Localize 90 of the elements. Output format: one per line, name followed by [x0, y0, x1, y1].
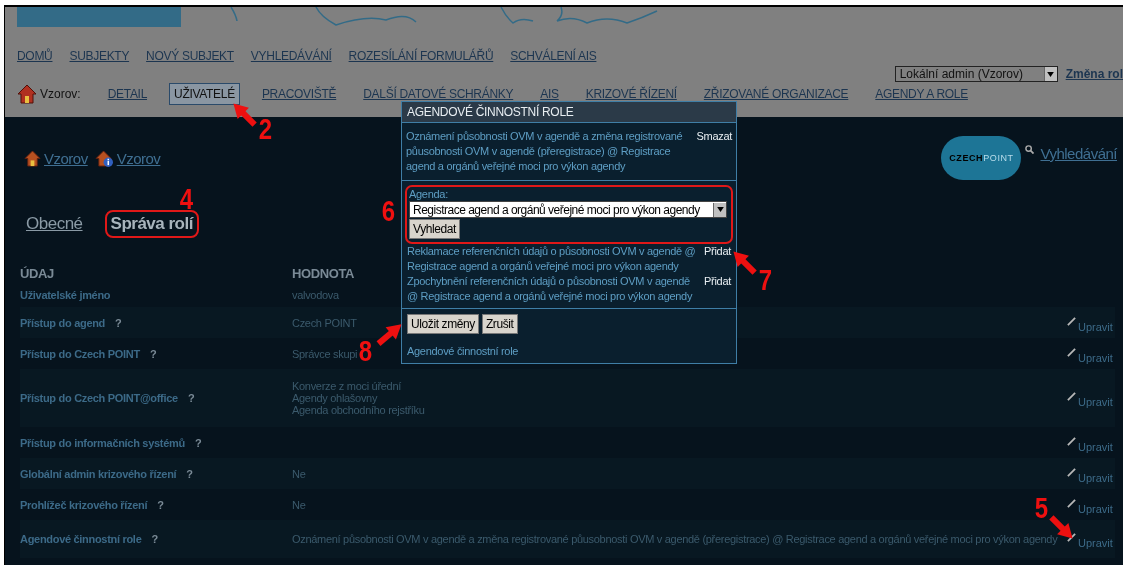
field-label: Uživatelské jméno [20, 289, 111, 301]
nav-tab[interactable]: AIS [535, 83, 564, 105]
edit-link[interactable]: Upravit [1078, 471, 1113, 484]
dialog-button[interactable]: Uložit změny [407, 314, 479, 334]
role-select[interactable]: Lokální admin (Vzorov) [894, 66, 1058, 82]
dialog-title: AGENDOVÉ ČINNOSTNÍ ROLE [402, 102, 736, 123]
field-value: Konverze z moci úřední [292, 380, 401, 392]
breadcrumb-link[interactable]: Vzorov [116, 149, 161, 167]
field-value: Czech POINT [292, 316, 357, 329]
nav-link[interactable]: DOMŮ [17, 49, 53, 63]
column-header: HODNOTA [292, 266, 354, 281]
add-link[interactable]: Přidat [704, 274, 731, 304]
pencil-icon [1067, 467, 1076, 477]
role-text: Reklamace referenčních údajů o působnosti OVM v agendě @ Registrace agend a orgánů veřejné moci pro výkon agendy [407, 244, 697, 274]
breadcrumb-link[interactable]: Vzorov [44, 149, 88, 167]
caret-icon [716, 207, 724, 212]
role-text: Oznámení působnosti OVM v agendě a změna registrované půusobnosti OVM v agendě (přeregistrace) @ Registrace agend a orgánů veřejné moci pro výkon agendy [406, 129, 684, 174]
nav-tab[interactable]: DETAIL [102, 83, 152, 105]
help-mark[interactable]: ? [115, 316, 122, 329]
nav-tab[interactable]: DALŠÍ DATOVÉ SCHRÁNKY [358, 83, 519, 105]
nav-tab[interactable]: AGENDY A ROLE [870, 83, 973, 105]
field-label: Globální admin krizového řízení [20, 467, 177, 480]
nav-tab[interactable]: ZŘIZOVANÉ ORGANIZACE [698, 83, 854, 105]
add-link[interactable]: Přidat [704, 244, 731, 274]
field-label: Přístup do Czech POINT@office [20, 392, 178, 404]
callout-number: 8 [358, 336, 372, 366]
field-label: Přístup do agend [20, 316, 106, 329]
home-icon [17, 84, 37, 104]
pencil-icon [1067, 347, 1076, 357]
callout-number: 6 [381, 196, 395, 226]
field-value: Ne [292, 498, 306, 511]
help-mark[interactable]: ? [186, 467, 193, 480]
tab[interactable]: Obecné [20, 210, 89, 238]
change-role-link[interactable]: Změna rol [1065, 67, 1123, 81]
nav-link[interactable]: ROZESÍLÁNÍ FORMULÁŘŮ [348, 49, 494, 63]
agenda-select[interactable]: Registrace agend a orgánů veřejné moci pro výkon agendy [409, 201, 727, 218]
home-info-icon [94, 149, 114, 167]
help-mark[interactable]: ? [149, 347, 157, 360]
column-header: ÚDAJ [20, 266, 55, 281]
nav-link[interactable]: SUBJEKTY [69, 49, 130, 63]
agenda-label: Agenda: [409, 188, 448, 200]
pencil-icon [1067, 316, 1076, 326]
nav-tab[interactable]: PRACOVIŠTĚ [256, 83, 342, 105]
field-label: Přístup do informačních systémů [20, 436, 185, 449]
caret-icon [1047, 71, 1055, 77]
dialog-button[interactable]: Zrušit [481, 314, 518, 334]
logo: CZECH POINT [941, 136, 1022, 180]
callout-arrow [733, 251, 757, 275]
help-mark[interactable]: ? [157, 498, 164, 511]
nav-link[interactable]: SCHVÁLENÍ AIS [510, 49, 597, 63]
field-label: Prohlížeč krizového řízení [20, 498, 148, 511]
field-value: valvodova [292, 289, 339, 301]
search-icon [1025, 145, 1035, 154]
field-value: Oznámení působnosti OVM v agendě a změna registrované půusobnosti OVM v agendě (přeregistrace) @ Registrace agend a orgánů veřejné moci pro výkon agendy [292, 533, 1058, 545]
field-value: Agenda obchodního rejstříku [292, 404, 425, 416]
callout-number: 2 [258, 114, 272, 144]
nav-tab[interactable]: UŽIVATELÉ [169, 83, 240, 105]
callout-number: 5 [1034, 493, 1048, 523]
home-icon [24, 149, 41, 167]
callout-number: 7 [758, 265, 772, 295]
field-value: Ne [292, 467, 306, 480]
edit-link[interactable]: Upravit [1078, 396, 1113, 408]
edit-link[interactable]: Upravit [1078, 502, 1113, 515]
help-mark[interactable]: ? [151, 533, 158, 545]
edit-link[interactable]: Upravit [1078, 320, 1113, 333]
nav-tab[interactable]: KRIZOVÉ ŘÍZENÍ [580, 83, 682, 105]
callout-arrow [376, 324, 402, 346]
help-mark[interactable]: ? [187, 392, 195, 404]
edit-link[interactable]: Upravit [1078, 537, 1113, 549]
role-text: Zpochybnění referenčních údajů o působnosti OVM v agendě @ Registrace agend a orgánů veřejné moci pro výkon agendy [407, 274, 694, 304]
organization-label: Vzorov: [40, 87, 81, 101]
field-value: Správce skupi [292, 347, 358, 360]
edit-link[interactable]: Upravit [1078, 351, 1113, 364]
help-mark[interactable]: ? [194, 436, 202, 449]
field-value: Agendy ohlašovny [292, 392, 378, 404]
field-label: Agendové činnostní role [20, 533, 142, 545]
callout-arrow [233, 103, 257, 127]
delete-link[interactable]: Smazat [696, 129, 732, 174]
search-link[interactable]: Vyhledávání [1040, 145, 1117, 162]
tab[interactable]: Správa rolí [104, 210, 199, 238]
pencil-icon [1067, 533, 1076, 542]
pencil-icon [1067, 498, 1076, 508]
search-button[interactable]: Vyhledat [409, 219, 461, 239]
field-label: Přístup do Czech POINT [20, 347, 140, 360]
pencil-icon [1067, 436, 1076, 446]
nav-link[interactable]: NOVÝ SUBJEKT [146, 49, 234, 63]
pencil-icon [1067, 392, 1076, 401]
nav-link[interactable]: VYHLEDÁVÁNÍ [250, 49, 332, 63]
edit-link[interactable]: Upravit [1078, 440, 1113, 453]
dialog-footer-text: Agendové činnostní role [406, 344, 520, 359]
